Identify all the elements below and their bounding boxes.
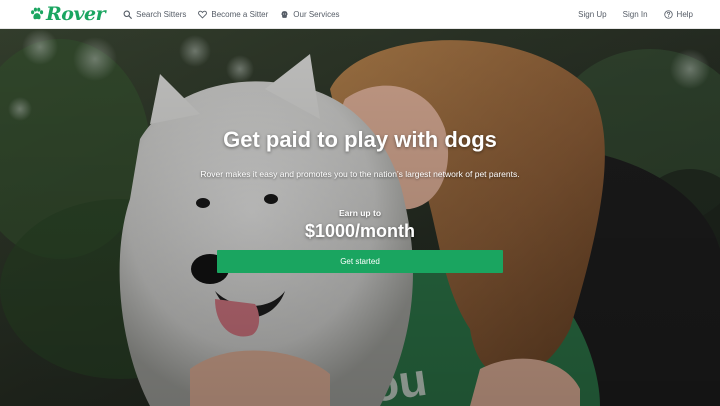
nav-sign-in-label: Sign In — [622, 9, 648, 19]
nav-help[interactable]: Help — [663, 9, 693, 19]
hero-section: Rou Get paid to play with dogs Rover mak… — [0, 29, 720, 406]
nav-left: Search Sitters Become a Sitter Our Servi… — [123, 10, 351, 19]
search-icon — [123, 10, 132, 19]
earn-label: Earn up to — [338, 208, 382, 218]
nav-sign-up[interactable]: Sign Up — [578, 10, 606, 19]
nav-help-label: Help — [676, 9, 693, 19]
hero-content: Get paid to play with dogs Rover makes i… — [0, 29, 720, 406]
nav-our-services[interactable]: Our Services — [280, 9, 340, 19]
top-navbar: Rover Search Sitters Become a Sitter Our… — [0, 0, 720, 29]
heart-icon — [198, 10, 208, 19]
hero-subtitle: Rover makes it easy and promotes you to … — [200, 169, 520, 179]
get-started-button[interactable]: Get started — [217, 250, 503, 273]
nav-sign-up-label: Sign Up — [578, 9, 607, 19]
earn-amount: $1000/month — [304, 221, 416, 241]
rover-logo[interactable]: Rover — [30, 3, 106, 25]
hero-headline: Get paid to play with dogs — [223, 127, 497, 152]
nav-become-sitter[interactable]: Become a Sitter — [198, 10, 268, 19]
logo-wordmark: Rover — [46, 3, 106, 25]
nav-our-services-label: Our Services — [293, 9, 340, 19]
nav-sign-in[interactable]: Sign In — [623, 10, 648, 19]
nav-become-sitter-label: Become a Sitter — [211, 9, 269, 19]
paw-icon — [31, 7, 44, 20]
help-icon — [663, 9, 673, 19]
dog-icon — [281, 10, 289, 18]
nav-right: Sign Up Sign In Help — [562, 10, 693, 19]
nav-search-sitters-label: Search Sitters — [136, 9, 187, 19]
nav-search-sitters[interactable]: Search Sitters — [123, 10, 186, 19]
